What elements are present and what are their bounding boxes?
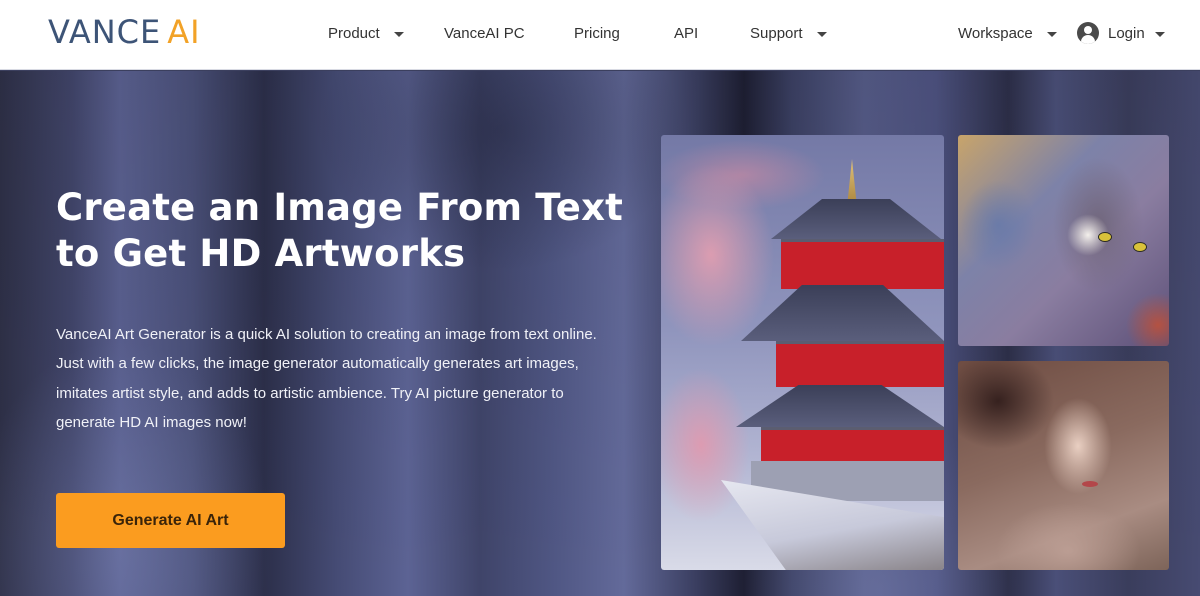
pagoda-roof-top [771,199,941,239]
pagoda-roof-bottom [736,385,944,427]
chevron-down-icon [1154,31,1165,37]
nav-product[interactable]: Product [328,22,404,44]
logo-primary-text: VANCE [48,13,162,51]
hero-title: Create an Image From Text to Get HD Artw… [56,185,636,277]
hero-description: VanceAI Art Generator is a quick AI solu… [56,326,597,431]
artwork-woman-image [958,361,1169,570]
nav-vanceai-pc[interactable]: VanceAI PC [444,22,525,44]
nav-support[interactable]: Support [750,22,827,44]
chevron-down-icon [393,31,404,37]
pagoda-tier-bottom [761,427,944,463]
hero-section: Create an Image From Text to Get HD Artw… [0,71,1200,596]
pagoda-roof-middle [741,285,944,341]
generate-ai-art-button[interactable]: Generate AI Art [56,493,285,548]
pagoda-tier-middle [776,341,944,387]
nav-support-label: Support [750,24,803,42]
chevron-down-icon [816,31,827,37]
nav-login[interactable]: Login [1077,22,1165,44]
nav-api-label: API [674,24,699,42]
nav-workspace-label: Workspace [958,24,1033,42]
artwork-pagoda-image [661,135,944,570]
nav-pricing-label: Pricing [574,24,620,42]
user-circle-icon [1077,22,1099,44]
vanceai-logo[interactable]: VANCE AI [48,13,201,51]
nav-login-label: Login [1108,24,1145,42]
nav-product-label: Product [328,24,380,42]
hero-title-line-2: to Get HD Artworks [56,232,466,275]
nav-api[interactable]: API [674,22,698,44]
pagoda-tier-top [781,239,944,289]
site-header: VANCE AI Product VanceAI PC Pricing API … [0,0,1200,70]
nav-pricing[interactable]: Pricing [574,22,620,44]
artwork-cat-image [958,135,1169,346]
cat-eye-left [1098,232,1112,242]
nav-vanceai-pc-label: VanceAI PC [444,24,525,42]
nav-workspace[interactable]: Workspace [958,22,1057,44]
hero-title-line-1: Create an Image From Text [56,186,624,229]
chevron-down-icon [1046,31,1057,37]
cat-eye-right [1133,242,1147,252]
woman-lips [1082,481,1098,487]
logo-accent-text: AI [167,13,201,51]
